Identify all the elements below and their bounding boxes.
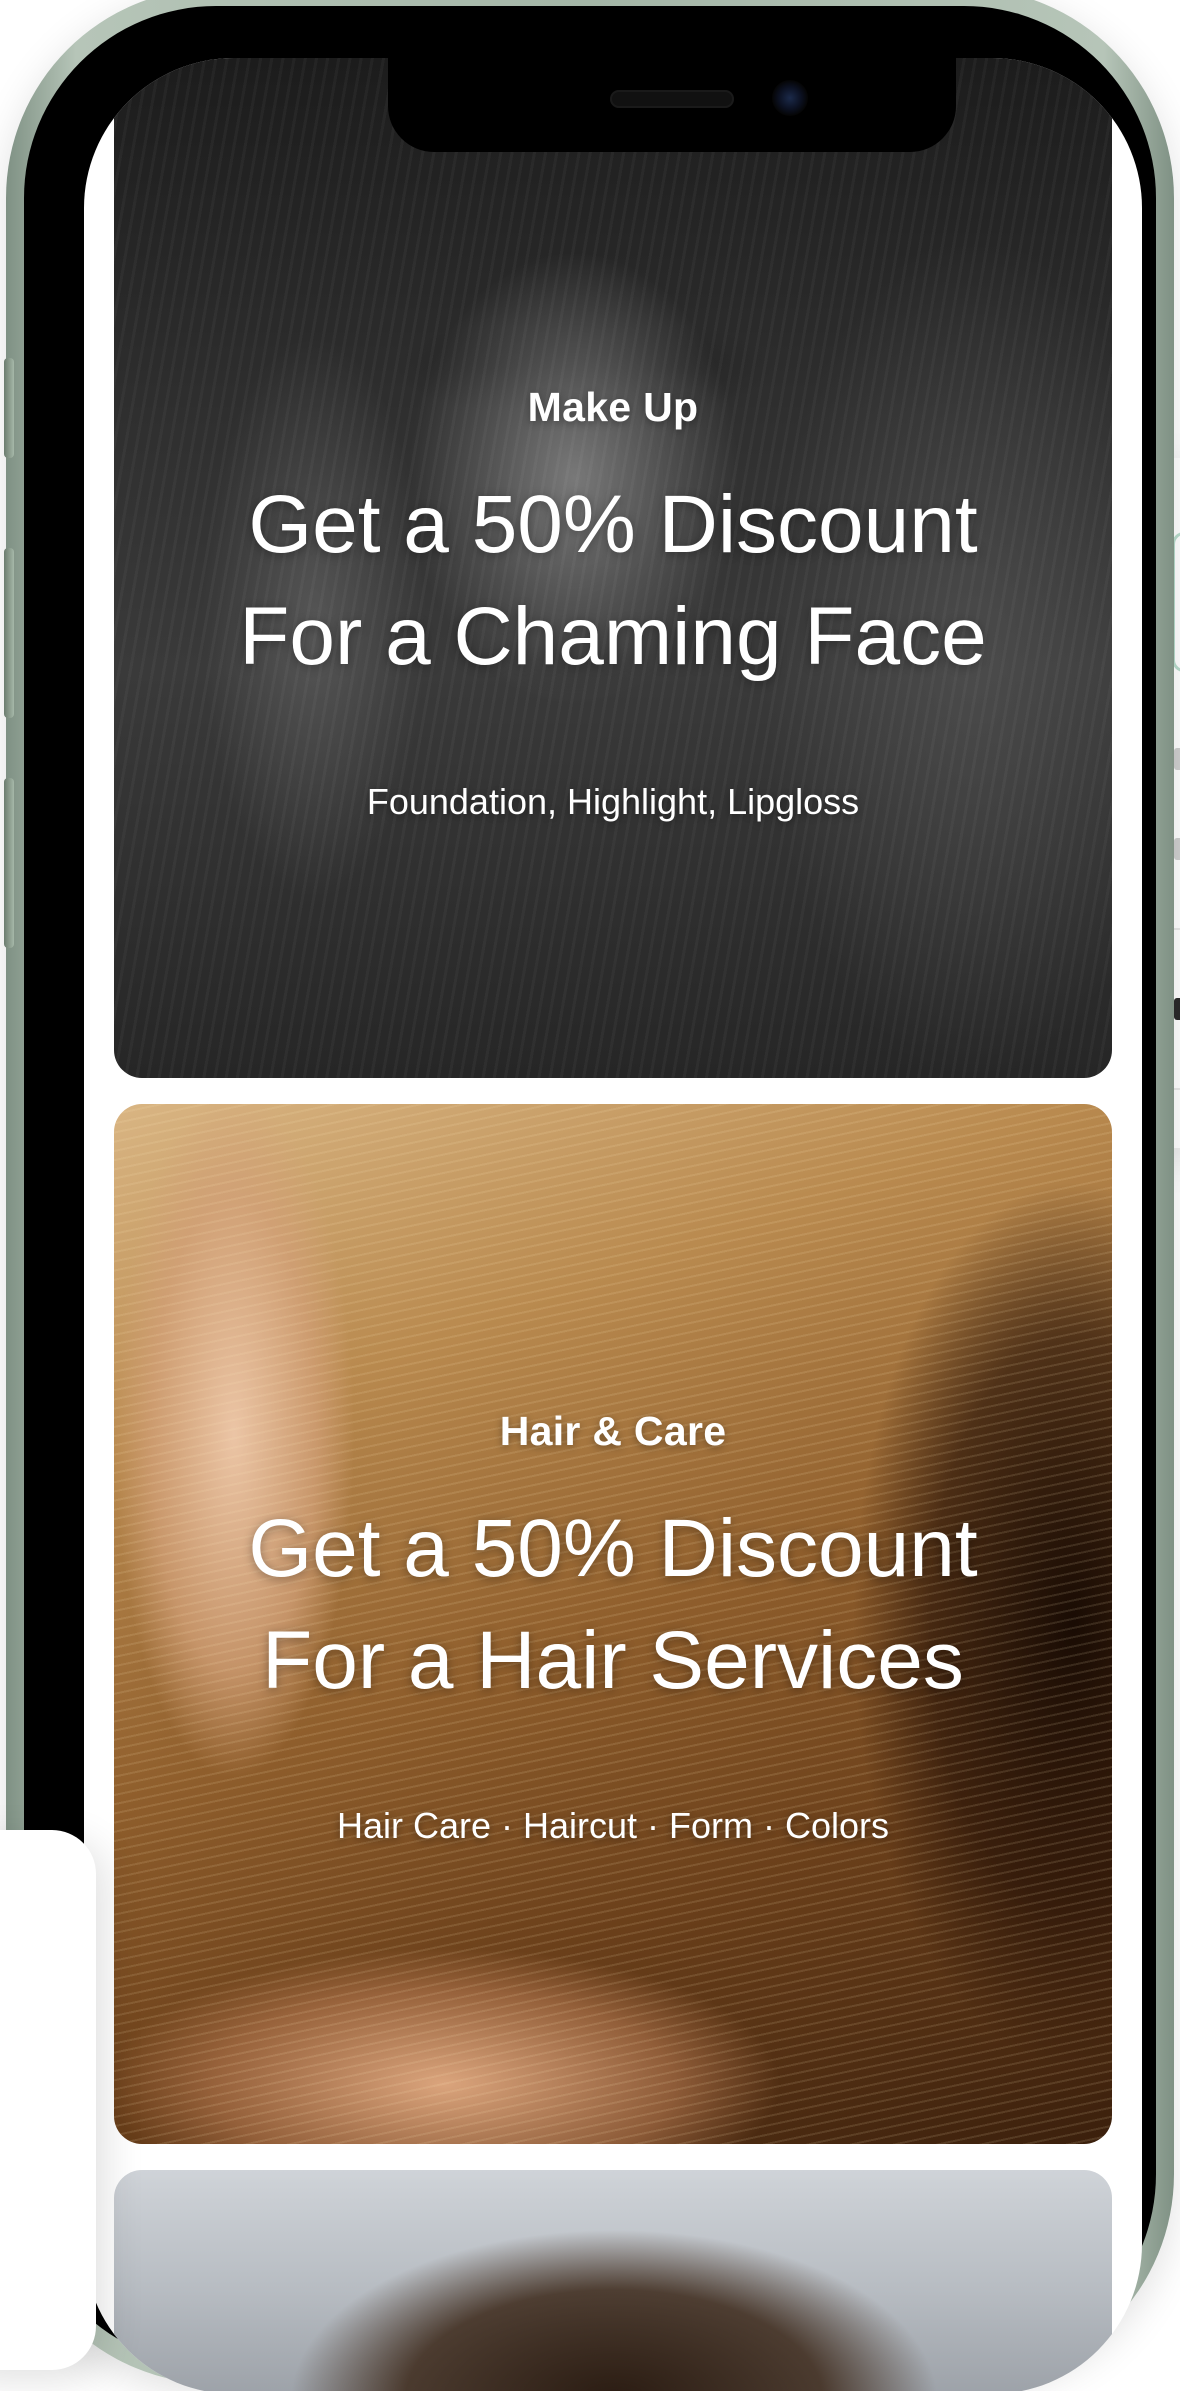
adjacent-screen-card-left [0,1830,96,2370]
promo-headline-line2: For a Hair Services [262,1615,964,1706]
promo-category: Make Up [527,384,699,430]
promo-subtitle: Hair Care · Haircut · Form · Colors [336,1805,890,1846]
phone-volume-down-button [4,778,14,948]
phone-frame: Make Up Get a 50% Discount For a Chaming… [4,0,1174,2391]
adjacent-text-fragment [1174,838,1180,860]
phone-volume-up-button [4,548,14,718]
promo-card-partial[interactable] [114,2170,1112,2391]
adjacent-text-fragment [1174,998,1180,1020]
phone-screen: Make Up Get a 50% Discount For a Chaming… [84,58,1142,2391]
promo-headline-line1: Get a 50% Discount [248,479,978,570]
phone-side-button [4,358,14,458]
mockup-stage: Make Up Get a 50% Discount For a Chaming… [0,0,1180,2391]
promo-subtitle: Foundation, Highlight, Lipgloss [366,781,860,822]
promo-category: Hair & Care [499,1408,727,1454]
promo-headline-line2: For a Chaming Face [239,591,987,682]
front-camera-icon [772,80,808,116]
phone-notch [388,58,956,152]
adjacent-text-fragment [1174,748,1180,770]
promo-headline-line1: Get a 50% Discount [248,1503,978,1594]
speaker-grille [610,90,734,108]
promo-card-makeup[interactable]: Make Up Get a 50% Discount For a Chaming… [114,58,1112,1078]
promo-card-content: Make Up Get a 50% Discount For a Chaming… [114,384,1112,823]
promo-card-hair-care[interactable]: Hair & Care Get a 50% Discount For a Hai… [114,1104,1112,2144]
promo-card-content: Hair & Care Get a 50% Discount For a Hai… [114,1408,1112,1847]
phone-bezel: Make Up Get a 50% Discount For a Chaming… [24,6,1156,2391]
